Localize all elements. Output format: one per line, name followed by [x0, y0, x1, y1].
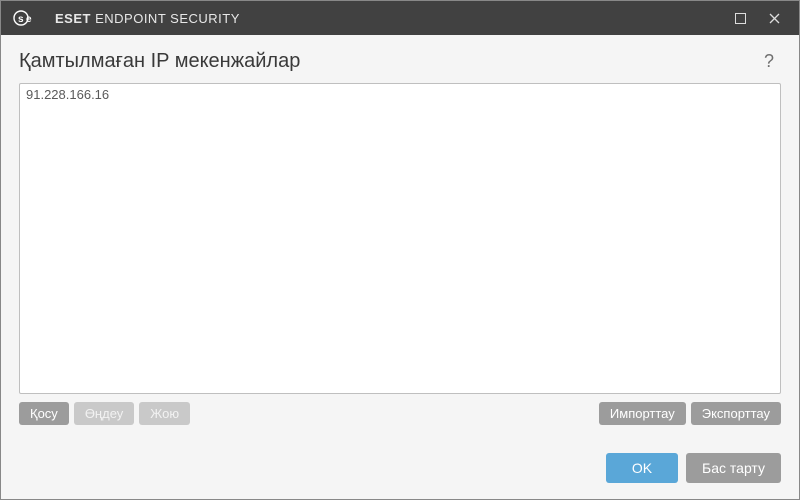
page-title: Қамтылмаған IP мекенжайлар: [19, 50, 757, 73]
content-area: Қамтылмаған IP мекенжайлар ? 91.228.166.…: [1, 35, 799, 439]
header-row: Қамтылмаған IP мекенжайлар ?: [19, 49, 781, 73]
eset-logo-icon: e s: [13, 10, 47, 26]
brand: e s ESET ENDPOINT SECURITY: [13, 10, 240, 26]
add-button[interactable]: Қосу: [19, 402, 69, 425]
cancel-button[interactable]: Бас тарту: [686, 453, 781, 483]
list-toolbar: Қосу Өңдеу Жою Импорттау Экспорттау: [19, 402, 781, 425]
ok-button[interactable]: OK: [606, 453, 678, 483]
app-window: e s ESET ENDPOINT SECURITY Қамтылмаған I…: [0, 0, 800, 500]
brand-prefix: ESET: [55, 11, 91, 26]
delete-button[interactable]: Жою: [139, 402, 190, 425]
ip-listbox[interactable]: 91.228.166.16: [19, 83, 781, 394]
minimize-button[interactable]: [723, 1, 757, 35]
list-item[interactable]: 91.228.166.16: [20, 84, 780, 105]
export-button[interactable]: Экспорттау: [691, 402, 781, 425]
brand-text: ESET ENDPOINT SECURITY: [55, 11, 240, 26]
footer: OK Бас тарту: [1, 439, 799, 499]
import-button[interactable]: Импорттау: [599, 402, 686, 425]
titlebar: e s ESET ENDPOINT SECURITY: [1, 1, 799, 35]
svg-text:s: s: [18, 14, 24, 25]
close-button[interactable]: [757, 1, 791, 35]
svg-text:e: e: [26, 14, 32, 25]
brand-suffix: ENDPOINT SECURITY: [95, 11, 240, 26]
edit-button[interactable]: Өңдеу: [74, 402, 134, 425]
help-button[interactable]: ?: [757, 49, 781, 73]
